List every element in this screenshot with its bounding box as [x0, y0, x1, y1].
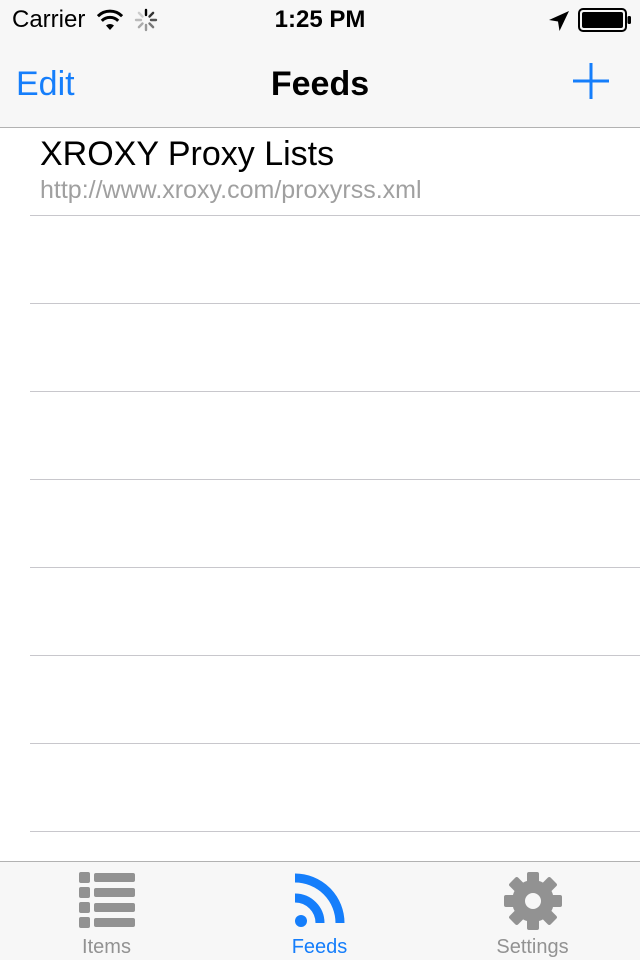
empty-row: [30, 656, 640, 744]
tab-settings[interactable]: Settings: [426, 862, 639, 961]
empty-row: [30, 744, 640, 832]
location-arrow-icon: [549, 11, 569, 31]
status-time: 1:25 PM: [274, 6, 366, 33]
empty-row: [30, 568, 640, 656]
tab-feeds[interactable]: Feeds: [213, 862, 426, 961]
feed-list-item[interactable]: XROXY Proxy Lists http://www.xroxy.com/p…: [30, 128, 640, 216]
empty-row: [30, 216, 640, 304]
status-bar: Carrier 1:25 PM: [0, 0, 640, 40]
navigation-bar: Edit Feeds: [0, 40, 640, 128]
page-title: Feeds: [270, 65, 370, 103]
feed-title: XROXY Proxy Lists: [40, 135, 335, 173]
gear-icon: [503, 872, 562, 930]
rss-icon: [294, 873, 344, 927]
empty-row: [30, 392, 640, 480]
empty-row: [30, 480, 640, 568]
battery-icon: [578, 8, 631, 32]
tab-label: Items: [82, 936, 131, 958]
tab-label: Feeds: [291, 936, 348, 958]
feed-list: XROXY Proxy Lists http://www.xroxy.com/p…: [0, 128, 640, 861]
plus-icon[interactable]: [572, 62, 610, 100]
empty-row: [30, 304, 640, 392]
list-icon: [78, 872, 135, 928]
tab-label: Settings: [496, 936, 569, 958]
tab-bar: Items Feeds Settings: [0, 861, 640, 960]
feed-url: http://www.xroxy.com/proxyrss.xml: [40, 176, 422, 204]
tab-items[interactable]: Items: [0, 862, 213, 961]
